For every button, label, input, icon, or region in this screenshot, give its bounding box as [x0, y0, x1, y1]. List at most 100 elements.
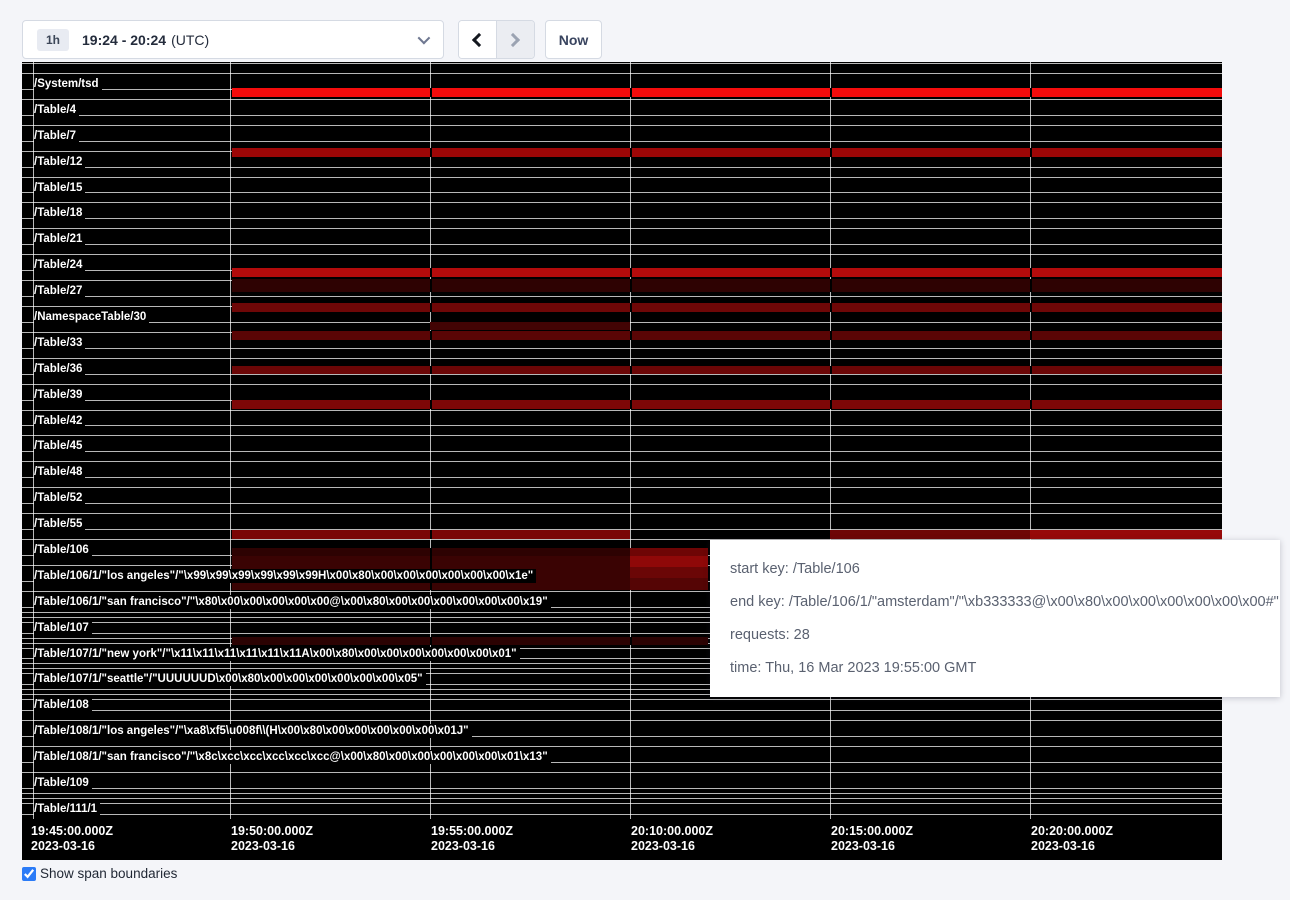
show-span-boundaries-checkbox[interactable] [22, 867, 36, 881]
row-label: /Table/108/1/"san francisco"/"\x8c\xcc\x… [34, 750, 551, 764]
heat-band [430, 322, 630, 330]
span-boundary-line [22, 244, 1222, 245]
span-boundary-line [22, 358, 1222, 359]
time-axis-tick: 19:50:00.000Z2023-03-16 [231, 824, 313, 854]
span-boundary-line [22, 772, 1222, 773]
span-boundary-line [22, 177, 1222, 178]
span-boundary-line [22, 410, 1222, 411]
heat-band [232, 303, 1222, 312]
heat-band-separator [830, 268, 832, 277]
time-axis-tick: 19:45:00.000Z2023-03-16 [31, 824, 113, 854]
row-label: /Table/42 [34, 414, 85, 428]
row-label: /Table/18 [34, 206, 85, 220]
span-boundary-line [22, 793, 1222, 794]
heat-band-separator [430, 279, 432, 292]
row-label: /Table/45 [34, 439, 85, 453]
heat-band-separator [630, 637, 632, 645]
row-label: /Table/108 [34, 698, 92, 712]
heat-band-separator [830, 303, 832, 312]
heat-band-separator [1030, 331, 1032, 340]
time-axis-tick: 20:10:00.000Z2023-03-16 [631, 824, 713, 854]
heat-band-separator [1030, 148, 1032, 157]
heat-band-separator [830, 88, 832, 97]
row-label: /Table/27 [34, 284, 85, 298]
key-visualizer-page: { "toolbar": { "preset": "1h", "range": … [0, 0, 1290, 900]
span-boundary-line [22, 503, 1222, 504]
row-label: /Table/106 [34, 543, 92, 557]
span-boundary-line [22, 720, 1222, 721]
heat-band-separator [430, 88, 432, 97]
span-boundary-line [22, 141, 1222, 142]
heat-band-separator [430, 268, 432, 277]
row-label: /Table/106/1/"los angeles"/"\x99\x99\x99… [34, 569, 536, 583]
span-boundary-line [22, 461, 1222, 462]
span-boundary-line [22, 384, 1222, 385]
now-button[interactable]: Now [545, 20, 602, 59]
row-label: /Table/33 [34, 336, 85, 350]
previous-interval-button[interactable] [459, 21, 497, 58]
heat-band-separator [1030, 88, 1032, 97]
row-label: /Table/106/1/"san francisco"/"\x80\x00\x… [34, 595, 551, 609]
span-tooltip: start key: /Table/106 end key: /Table/10… [710, 540, 1280, 697]
heat-band-separator [630, 366, 632, 374]
chevron-left-icon [472, 32, 486, 46]
key-visualizer-heatmap[interactable]: /System/tsd/Table/4/Table/7/Table/12/Tab… [22, 62, 1222, 860]
heat-band [630, 567, 708, 578]
heat-band [232, 268, 1222, 277]
heat-band [232, 279, 1222, 292]
time-range-selector[interactable]: 1h 19:24 - 20:24 (UTC) [22, 20, 444, 59]
next-interval-button-disabled[interactable] [497, 21, 535, 58]
heat-band [830, 530, 1030, 539]
time-range-text: 19:24 - 20:24 [82, 32, 166, 48]
time-axis-tick: 20:20:00.000Z2023-03-16 [1031, 824, 1113, 854]
span-boundary-line [22, 192, 1222, 193]
span-boundary-line [22, 254, 1222, 255]
heat-band [232, 637, 708, 645]
heat-band-separator [430, 400, 432, 409]
heat-band-separator [430, 366, 432, 374]
row-label: /Table/108/1/"los angeles"/"\xa8\xf5\u00… [34, 724, 472, 738]
time-bucket-line [230, 62, 231, 819]
row-label: /Table/15 [34, 181, 85, 195]
row-label: /Table/48 [34, 465, 85, 479]
heat-band-separator [430, 530, 432, 539]
heat-band-separator [630, 400, 632, 409]
span-boundary-line [22, 218, 1222, 219]
heat-band-separator [630, 279, 632, 292]
heat-band-separator [830, 279, 832, 292]
row-label: /Table/107/1/"new york"/"\x11\x11\x11\x1… [34, 647, 520, 661]
span-boundary-line [22, 228, 1222, 229]
row-label: /Table/4 [34, 103, 79, 117]
row-label: /Table/36 [34, 362, 85, 376]
heat-band [232, 148, 1222, 157]
span-boundary-line [22, 699, 1222, 700]
heat-band [630, 548, 708, 556]
heat-band [630, 556, 708, 567]
time-bucket-line [630, 62, 631, 819]
heat-band-separator [1030, 366, 1032, 374]
heat-band [1030, 530, 1222, 539]
span-boundary-line [22, 348, 1222, 349]
row-label: /Table/39 [34, 388, 85, 402]
span-boundary-line [22, 814, 1222, 815]
time-bucket-line [830, 62, 831, 819]
row-label: /NamespaceTable/30 [34, 310, 149, 324]
footer-controls: Show span boundaries [22, 866, 177, 881]
heat-band-separator [430, 637, 432, 645]
heat-band-separator [1030, 303, 1032, 312]
span-boundary-line [22, 167, 1222, 168]
tooltip-end-key: end key: /Table/106/1/"amsterdam"/"\xb33… [730, 586, 1260, 619]
heat-band [232, 366, 1222, 374]
row-label: /Table/107/1/"seattle"/"UUUUUUD\x00\x80\… [34, 672, 426, 686]
span-boundary-line [22, 746, 1222, 747]
row-label: /Table/111/1 [34, 802, 100, 816]
heat-band-separator [630, 88, 632, 97]
span-boundary-line [22, 710, 1222, 711]
span-boundary-line [22, 73, 1222, 74]
row-label: /Table/12 [34, 155, 85, 169]
heat-band-separator [830, 331, 832, 340]
heat-band-separator [1030, 400, 1032, 409]
time-axis-tick: 19:55:00.000Z2023-03-16 [431, 824, 513, 854]
span-boundary-line [22, 99, 1222, 100]
row-label: /Table/7 [34, 129, 79, 143]
